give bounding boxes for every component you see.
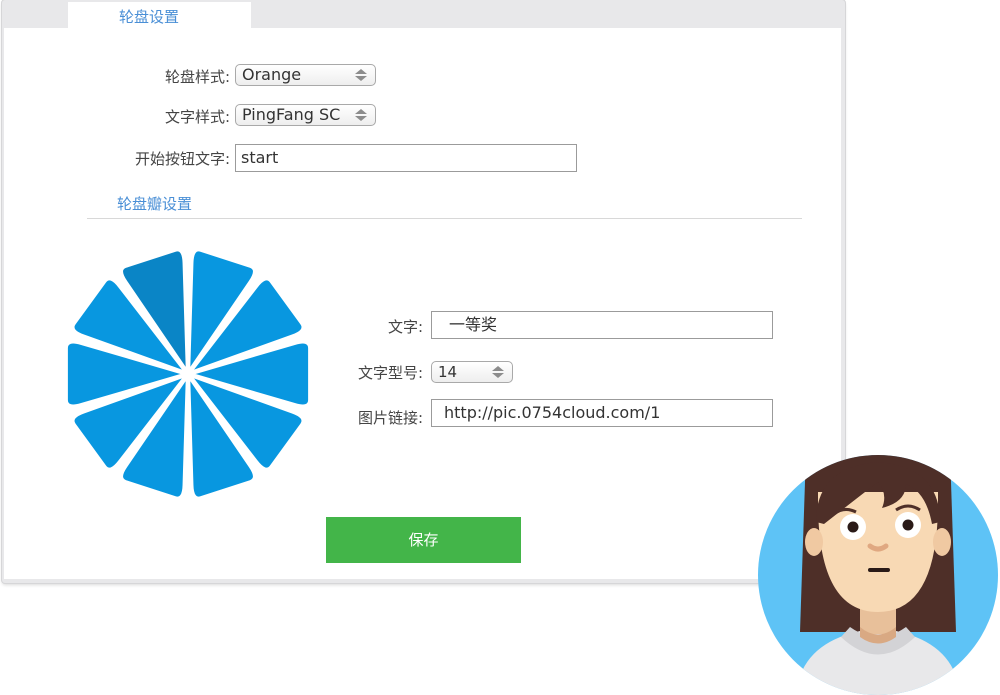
start-text-input[interactable]: start <box>235 144 577 172</box>
text-style-label: 文字样式: <box>164 108 230 126</box>
image-link-label: 图片链接: <box>357 409 423 427</box>
start-text-label: 开始按钮文字: <box>134 150 230 168</box>
segment-text-label: 文字: <box>387 318 423 336</box>
tab-wheel-settings[interactable]: 轮盘设置 <box>68 2 251 30</box>
image-link-input[interactable]: http://pic.0754cloud.com/1 <box>431 399 773 427</box>
segment-settings-title: 轮盘瓣设置 <box>117 195 193 213</box>
segment-text-input[interactable]: 一等奖 <box>431 311 773 339</box>
select-arrows-icon <box>355 109 367 121</box>
wheel-style-value: Orange <box>242 65 302 84</box>
text-style-select[interactable]: PingFang SC <box>235 104 376 126</box>
select-arrows-icon <box>492 366 504 378</box>
save-button[interactable]: 保存 <box>326 517 521 563</box>
wheel-style-select[interactable]: Orange <box>235 64 376 86</box>
font-size-value: 14 <box>438 363 458 381</box>
wheel-preview[interactable] <box>60 246 316 502</box>
wheel-style-label: 轮盘样式: <box>164 68 230 86</box>
text-style-value: PingFang SC <box>242 105 341 124</box>
user-avatar <box>758 455 998 695</box>
wheel-center <box>184 370 192 378</box>
font-size-select[interactable]: 14 <box>431 361 513 383</box>
font-size-label: 文字型号: <box>357 364 423 382</box>
select-arrows-icon <box>355 69 367 81</box>
section-divider <box>87 218 802 219</box>
